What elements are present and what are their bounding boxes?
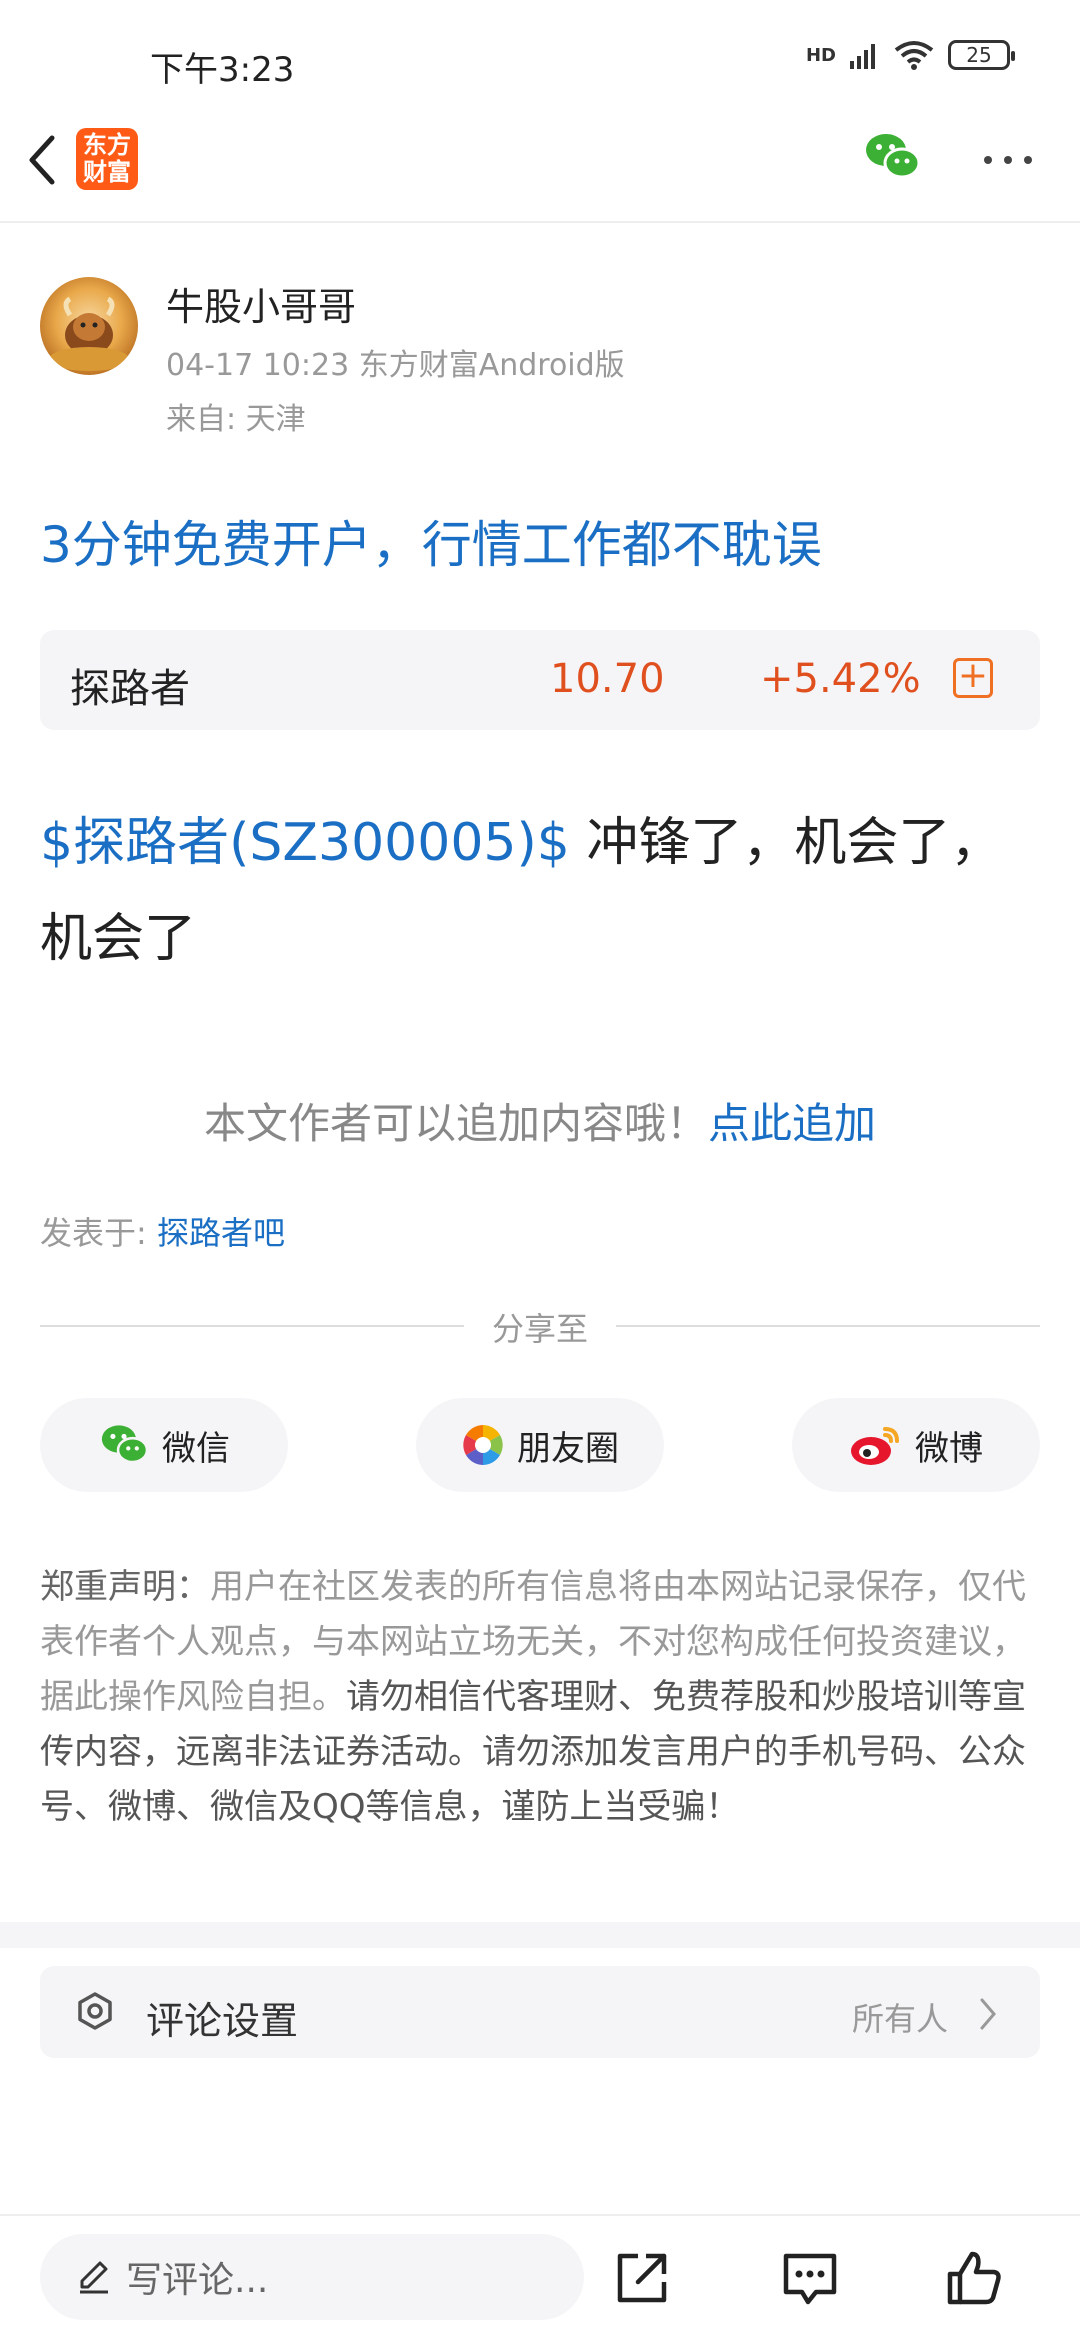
nav-divider [0,221,1080,223]
section-separator [0,1922,1080,1948]
stock-tag-link[interactable]: $探路者(SZ300005)$ [40,813,570,873]
like-icon[interactable] [942,2246,1006,2310]
battery-level: 25 [966,43,992,67]
stock-name: 探路者 [70,666,190,712]
more-icon[interactable] [978,140,1038,180]
disclaimer: 郑重声明：用户在社区发表的所有信息将由本网站记录保存，仅代表作者个人观点，与本网… [40,1560,1040,1835]
wechat-icon [101,1425,149,1464]
stock-price: 10.70 [550,656,665,702]
weibo-icon [851,1427,899,1465]
disclaimer-lead: 郑重声明： [40,1567,210,1607]
back-icon[interactable] [18,130,68,190]
comment-placeholder: 写评论... [126,2260,269,2301]
chevron-right-icon [980,1998,996,2030]
append-link[interactable]: 点此追加 [708,1099,876,1148]
stock-change: +5.42% [760,656,921,702]
signal-icon [850,44,875,69]
add-stock-button[interactable]: + [953,658,993,698]
status-icons: HD 25 [805,40,1015,70]
gear-icon [78,1992,112,2030]
network-type: HD [805,44,836,66]
moments-icon [463,1425,503,1465]
stock-bar-link[interactable]: 探路者吧 [157,1214,285,1252]
share-wechat-label: 微信 [162,1428,230,1469]
eastmoney-logo: 东方财富 [76,128,138,190]
posted-in: 发表于: 探路者吧 [40,1208,285,1254]
author-name[interactable]: 牛股小哥哥 [166,276,356,331]
bottom-bar-divider [0,2214,1080,2216]
share-title: 分享至 [491,1310,588,1348]
append-content-row: 本文作者可以追加内容哦！点此追加 [0,1090,1080,1151]
open-account-promo-link[interactable]: 3分钟免费开户，行情工作都不耽误 [40,505,822,577]
author-avatar[interactable] [40,277,138,375]
wechat-share-icon[interactable] [862,130,922,184]
wifi-icon [894,41,934,70]
share-weibo-button[interactable]: 微博 [792,1398,1040,1492]
share-wechat-button[interactable]: 微信 [40,1398,288,1492]
share-weibo-label: 微博 [915,1428,983,1469]
share-moments-label: 朋友圈 [517,1428,619,1469]
post-body: $探路者(SZ300005)$ 冲锋了，机会了，机会了 [40,795,1040,987]
share-icon[interactable] [610,2246,674,2310]
comment-settings-label: 评论设置 [146,1999,299,2043]
status-time: 下午3:23 [150,50,295,90]
post-meta: 04-17 10:23 东方财富Android版 [166,348,625,383]
post-location: 来自: 天津 [166,402,306,437]
battery-icon: 25 [948,40,1015,70]
append-prompt: 本文作者可以追加内容哦！ [203,1099,708,1148]
posted-in-label: 发表于: [40,1214,157,1252]
comment-input[interactable]: 写评论... [40,2234,584,2320]
pencil-icon [80,2261,108,2294]
comment-settings-value: 所有人 [852,2000,949,2038]
share-moments-button[interactable]: 朋友圈 [416,1398,664,1492]
comment-icon[interactable] [778,2246,842,2310]
